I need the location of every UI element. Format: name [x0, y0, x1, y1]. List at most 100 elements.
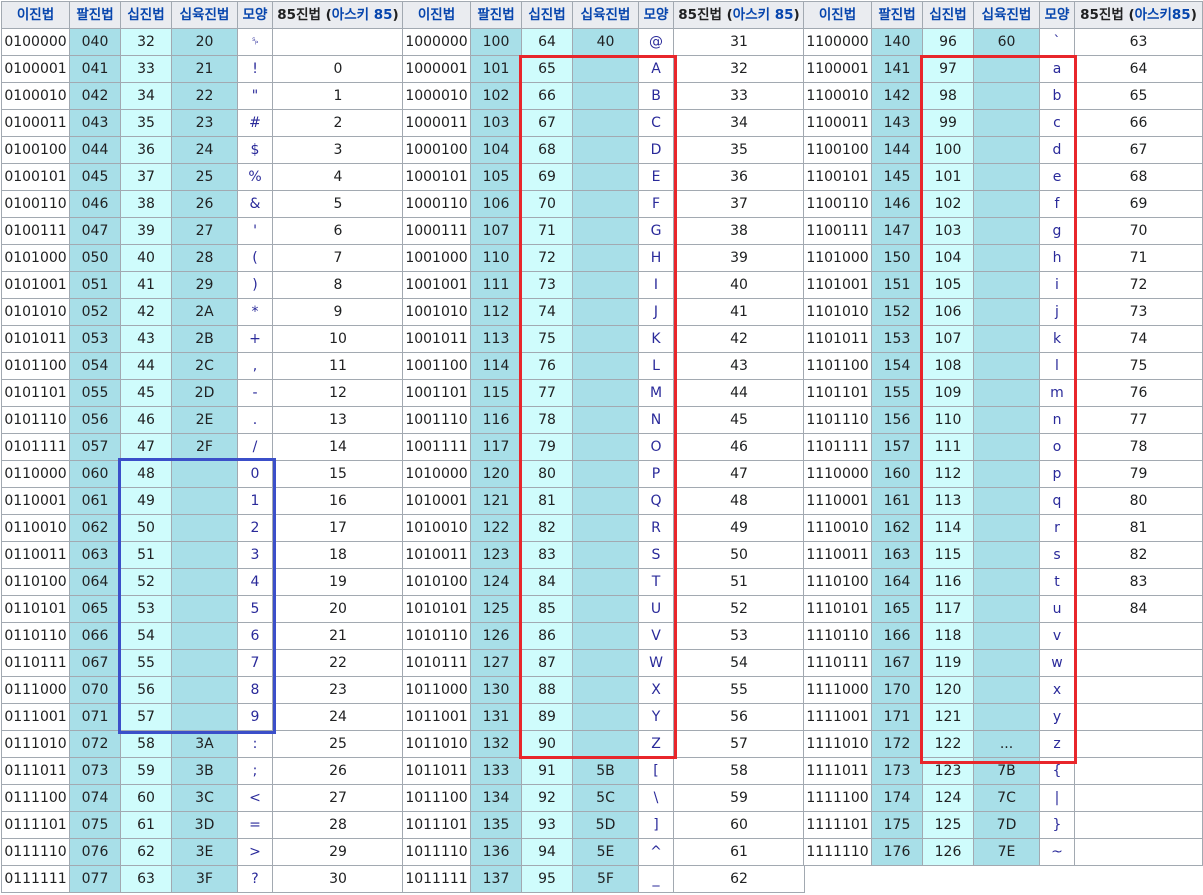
hex-cell: 5B [572, 757, 639, 785]
ascii85-link[interactable]: 아스키85 [1135, 7, 1191, 23]
binary-cell: 0100000 [1, 28, 70, 56]
header-hex[interactable]: 십육진법 [171, 1, 238, 29]
binary-cell: 1011111 [402, 865, 471, 893]
glyph-cell: ? [237, 865, 273, 893]
header-octal[interactable]: 팔진법 [470, 1, 522, 29]
table-row: 0100011 043 35 23 #2 [1, 109, 404, 137]
hex-cell [572, 703, 639, 731]
octal-cell: 073 [69, 757, 121, 785]
table-row: 1010110 126 86 V 53 [402, 622, 805, 650]
decimal-cell: 63 [120, 865, 172, 893]
octal-cell: 172 [871, 730, 923, 758]
octal-cell: 143 [871, 109, 923, 137]
binary-cell: 0111110 [1, 838, 70, 866]
table-row: 1101000 150 104 h 71 [803, 244, 1203, 272]
header-octal[interactable]: 팔진법 [69, 1, 121, 29]
octal-cell: 134 [470, 784, 522, 812]
base85-cell: 50 [673, 541, 805, 569]
binary-cell: 0101111 [1, 433, 70, 461]
ascii85-link[interactable]: 아스키 85 [332, 7, 393, 23]
header-octal[interactable]: 팔진법 [871, 1, 923, 29]
base85-cell [1074, 811, 1203, 839]
hex-cell [973, 703, 1040, 731]
hex-cell: 2C [171, 352, 238, 380]
decimal-cell: 58 [120, 730, 172, 758]
header-hex[interactable]: 십육진법 [572, 1, 639, 29]
binary-cell: 1101101 [803, 379, 872, 407]
glyph-cell: { [1039, 757, 1075, 785]
header-binary[interactable]: 이진법 [803, 1, 872, 29]
decimal-cell: 68 [521, 136, 573, 164]
octal-cell: 170 [871, 676, 923, 704]
header-binary[interactable]: 이진법 [1, 1, 70, 29]
base85-cell: 10 [272, 325, 404, 353]
hex-cell: 60 [973, 28, 1040, 56]
decimal-cell: 43 [120, 325, 172, 353]
base85-cell: 63 [1074, 28, 1203, 56]
decimal-cell: 103 [922, 217, 974, 245]
glyph-cell: q [1039, 487, 1075, 515]
glyph-cell: o [1039, 433, 1075, 461]
table-row: 0100111 047 39 27 ' 6 [1, 217, 404, 245]
table-row: 1011101 135 93 5D] 60 [402, 811, 805, 839]
header-base85-prefix: 85진법 ( [678, 7, 733, 23]
glyph-cell: @ [638, 28, 674, 56]
header-binary[interactable]: 이진법 [402, 1, 471, 29]
table-row: 1010111 127 87 W 54 [402, 649, 805, 677]
hex-cell [171, 460, 238, 488]
header-hex[interactable]: 십육진법 [973, 1, 1040, 29]
header-decimal[interactable]: 십진법 [120, 1, 172, 29]
table-row: 1111101 175 125 7D} [803, 811, 1203, 839]
glyph-cell: g [1039, 217, 1075, 245]
table-row: 1010101 125 85 U 52 [402, 595, 805, 623]
glyph-cell: . [237, 406, 273, 434]
binary-cell: 0110100 [1, 568, 70, 596]
binary-cell: 1101000 [803, 244, 872, 272]
hex-cell [572, 676, 639, 704]
hex-cell [572, 298, 639, 326]
base85-cell: 48 [673, 487, 805, 515]
ascii85-link[interactable]: 아스키 85 [733, 7, 794, 23]
octal-cell: 076 [69, 838, 121, 866]
table-row: 1010000 120 80 P 47 [402, 460, 805, 488]
octal-cell: 101 [470, 55, 522, 83]
glyph-cell: ' [237, 217, 273, 245]
binary-cell: 0100111 [1, 217, 70, 245]
table-row: 0111010 072 58 3A:25 [1, 730, 404, 758]
hex-cell [572, 541, 639, 569]
base85-cell: 18 [272, 541, 404, 569]
table-row: 1100101 145 101 e 68 [803, 163, 1203, 191]
base85-cell: 2 [272, 109, 404, 137]
decimal-cell: 37 [120, 163, 172, 191]
octal-cell: 157 [871, 433, 923, 461]
binary-cell: 1100010 [803, 82, 872, 110]
decimal-cell: 109 [922, 379, 974, 407]
header-decimal[interactable]: 십진법 [521, 1, 573, 29]
glyph-cell: T [638, 568, 674, 596]
glyph-cell: / [237, 433, 273, 461]
binary-cell: 0100001 [1, 55, 70, 83]
base85-cell: 59 [673, 784, 805, 812]
hex-cell: ... [973, 730, 1040, 758]
table-row: 1100000 140 96 60 ` 63 [803, 28, 1203, 56]
glyph-cell: A [638, 55, 674, 83]
glyph-cell: 4 [237, 568, 273, 596]
table-row: 1110110 166 118 v [803, 622, 1203, 650]
binary-cell: 0110001 [1, 487, 70, 515]
hex-cell [171, 622, 238, 650]
binary-cell: 1101010 [803, 298, 872, 326]
hex-cell [572, 730, 639, 758]
header-decimal[interactable]: 십진법 [922, 1, 974, 29]
table-row: 1000010 102 66 B 33 [402, 82, 805, 110]
table-row: 1101010 152 106 j 73 [803, 298, 1203, 326]
hex-cell: 5E [572, 838, 639, 866]
base85-cell: 36 [673, 163, 805, 191]
octal-cell: 077 [69, 865, 121, 893]
binary-cell: 0101100 [1, 352, 70, 380]
glyph-cell: i [1039, 271, 1075, 299]
decimal-cell: 59 [120, 757, 172, 785]
decimal-cell: 84 [521, 568, 573, 596]
binary-cell: 1011001 [402, 703, 471, 731]
table-row: 1000001 101 65 A 32 [402, 55, 805, 83]
decimal-cell: 95 [521, 865, 573, 893]
